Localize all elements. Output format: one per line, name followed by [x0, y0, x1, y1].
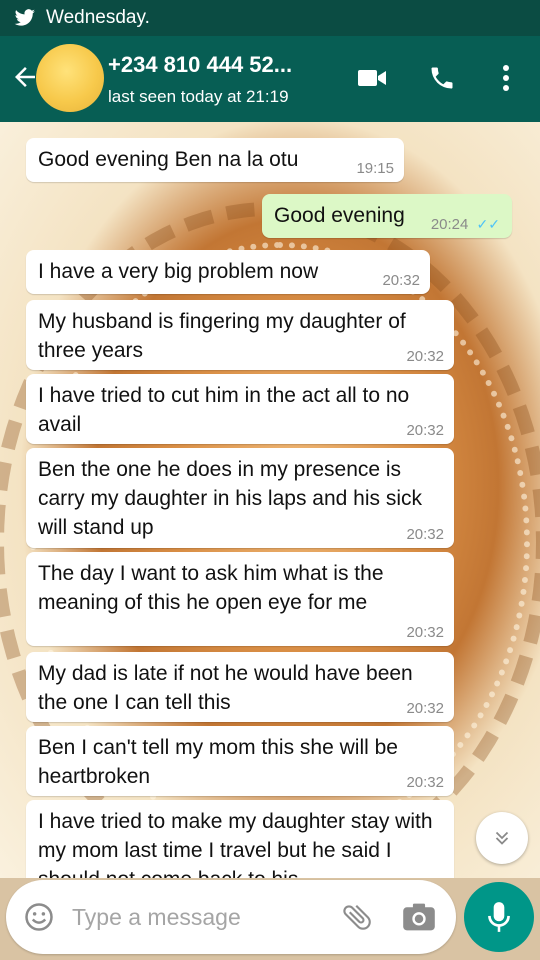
- message-text: I have a very big problem now: [38, 260, 319, 283]
- message-time: 20:32: [406, 700, 444, 717]
- message-bubble-incoming[interactable]: Good evening Ben na la otu 19:15: [26, 138, 404, 182]
- contact-name[interactable]: +234 810 444 52...: [108, 52, 292, 78]
- video-call-button[interactable]: [352, 58, 392, 98]
- message-bubble-incoming[interactable]: The day I want to ask him what is the me…: [26, 552, 454, 646]
- mic-icon: [488, 902, 510, 932]
- message-time: 20:32: [382, 272, 420, 289]
- message-bubble-incoming[interactable]: I have tried to make my daughter stay wi…: [26, 800, 454, 878]
- scroll-down-icon: [495, 831, 509, 845]
- phone-button[interactable]: [422, 58, 462, 98]
- message-text: Ben the one he does in my presence is ca…: [38, 458, 422, 539]
- attach-icon[interactable]: [340, 900, 374, 934]
- voice-message-button[interactable]: [464, 882, 534, 952]
- message-bubble-incoming[interactable]: My husband is fingering my daughter of t…: [26, 300, 454, 370]
- message-time-wrap: 20:24 ✓✓: [431, 215, 500, 234]
- more-vert-icon: [503, 65, 509, 91]
- message-time: 20:32: [406, 774, 444, 791]
- message-text: My dad is late if not he would have been…: [38, 662, 413, 714]
- message-text: Ben I can't tell my mom this she will be…: [38, 736, 398, 788]
- message-composer: [6, 880, 456, 954]
- phone-icon: [431, 67, 453, 89]
- twitter-bird-icon: [14, 9, 35, 26]
- message-text: Good evening Ben na la otu: [38, 148, 299, 171]
- message-time: 20:32: [406, 624, 444, 641]
- message-time: 20:32: [406, 526, 444, 543]
- message-bubble-incoming[interactable]: Ben I can't tell my mom this she will be…: [26, 726, 454, 796]
- video-call-icon: [358, 70, 386, 86]
- message-text: Good evening: [274, 204, 405, 227]
- more-options-button[interactable]: [486, 58, 526, 98]
- read-ticks-icon: ✓✓: [476, 216, 500, 232]
- message-time: 20:32: [406, 348, 444, 365]
- message-text: The day I want to ask him what is the me…: [38, 562, 384, 614]
- message-time: 20:24: [430, 216, 469, 233]
- message-time: 19:15: [356, 160, 394, 177]
- message-bubble-outgoing[interactable]: Good evening 20:24 ✓✓: [262, 194, 512, 238]
- message-text: I have tried to cut him in the act all t…: [38, 384, 410, 436]
- status-bar: Wednesday.: [0, 0, 540, 36]
- status-day: Wednesday.: [46, 7, 150, 28]
- message-text: I have tried to make my daughter stay wi…: [38, 810, 433, 878]
- message-bubble-incoming[interactable]: My dad is late if not he would have been…: [26, 652, 454, 722]
- emoji-icon[interactable]: [24, 902, 54, 932]
- message-text: My husband is fingering my daughter of t…: [38, 310, 406, 362]
- message-input[interactable]: [72, 900, 322, 934]
- message-time: 20:32: [406, 422, 444, 439]
- chat-header: +234 810 444 52... last seen today at 21…: [0, 36, 540, 122]
- last-seen: last seen today at 21:19: [108, 87, 289, 106]
- camera-icon[interactable]: [402, 902, 436, 932]
- message-bubble-incoming[interactable]: Ben the one he does in my presence is ca…: [26, 448, 454, 548]
- chat-area[interactable]: Good evening Ben na la otu 19:15 Good ev…: [0, 122, 540, 878]
- avatar[interactable]: [36, 44, 104, 112]
- message-bubble-incoming[interactable]: I have a very big problem now 20:32: [26, 250, 430, 294]
- scroll-to-bottom-button[interactable]: [476, 812, 528, 864]
- message-bubble-incoming[interactable]: I have tried to cut him in the act all t…: [26, 374, 454, 444]
